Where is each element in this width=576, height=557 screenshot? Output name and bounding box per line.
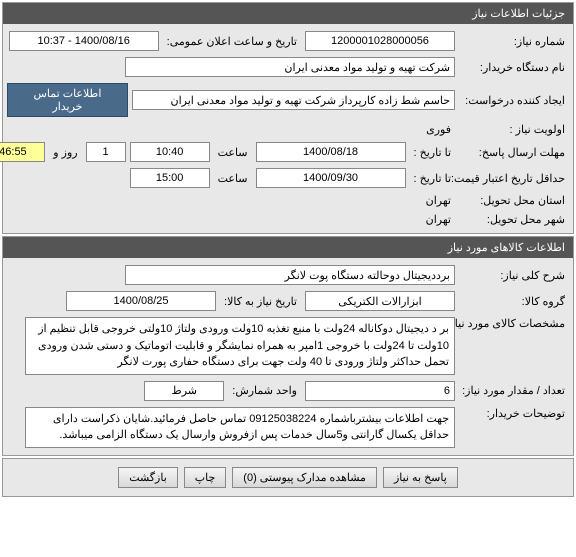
buyer-contact-button[interactable]: اطلاعات تماس خریدار <box>7 83 128 117</box>
credit-time-field[interactable] <box>130 168 210 188</box>
attachments-button[interactable]: مشاهده مدارک پیوستی (0) <box>232 467 377 488</box>
requester-label: ایجاد کننده درخواست: <box>459 94 569 107</box>
goods-info-panel: اطلاعات کالاهای مورد نیاز شرح کلی نیاز: … <box>2 236 574 456</box>
needdate-field[interactable] <box>66 291 216 311</box>
panel2-body: شرح کلی نیاز: گروه کالا: تاریخ نیاز به ک… <box>3 258 573 455</box>
notes-textarea[interactable]: جهت اطلاعات بیشترباشماره 09125038224 تما… <box>25 407 455 448</box>
deadline-date-field[interactable] <box>256 142 406 162</box>
credit-label: حداقل تاریخ اعتبار قیمت: <box>459 172 569 185</box>
priority-value: فوری <box>422 123 455 136</box>
spec-label: مشخصات کالای مورد نیاز: <box>459 317 569 330</box>
print-button[interactable]: چاپ <box>184 467 227 488</box>
unit-label: واحد شمارش: <box>228 384 301 397</box>
deadline-time-field[interactable] <box>130 142 210 162</box>
credit-todate: تا تاریخ : <box>410 172 455 185</box>
group-field[interactable] <box>305 291 455 311</box>
notes-label: توضیحات خریدار: <box>459 407 569 420</box>
deadline-todate: تا تاریخ : <box>410 146 455 159</box>
credit-time-label: ساعت <box>214 172 252 185</box>
deadline-time-label: ساعت <box>214 146 252 159</box>
reply-button[interactable]: پاسخ به نیاز <box>383 467 458 488</box>
announce-label: تاریخ و ساعت اعلان عمومی: <box>163 35 301 48</box>
desc-label: شرح کلی نیاز: <box>459 269 569 282</box>
req-number-label: شماره نیاز: <box>459 35 569 48</box>
requester-field[interactable] <box>132 90 455 110</box>
panel2-title: اطلاعات کالاهای مورد نیاز <box>3 237 573 258</box>
announce-field[interactable] <box>9 31 159 51</box>
back-button[interactable]: بازگشت <box>118 467 178 488</box>
qty-field[interactable] <box>305 381 455 401</box>
deadline-remain-field[interactable] <box>0 142 45 162</box>
need-details-panel: جزئیات اطلاعات نیاز شماره نیاز: تاریخ و … <box>2 2 574 234</box>
panel1-body: شماره نیاز: تاریخ و ساعت اعلان عمومی: نا… <box>3 24 573 233</box>
city-label: شهر محل تحویل: <box>459 213 569 226</box>
deadline-days-field[interactable] <box>86 142 126 162</box>
province-label: استان محل تحویل: <box>459 194 569 207</box>
city-value: تهران <box>422 213 455 226</box>
deadline-days-label: روز و <box>49 146 81 159</box>
group-label: گروه کالا: <box>459 295 569 308</box>
qty-label: تعداد / مقدار مورد نیاز: <box>459 384 569 397</box>
unit-field[interactable] <box>144 381 224 401</box>
buyer-label: نام دستگاه خریدار: <box>459 61 569 74</box>
priority-label: اولویت نیاز : <box>459 123 569 136</box>
credit-date-field[interactable] <box>256 168 406 188</box>
panel1-title: جزئیات اطلاعات نیاز <box>3 3 573 24</box>
spec-textarea[interactable]: بر د دیجیتال دوکاناله 24ولت با منبع تغذی… <box>25 317 455 375</box>
needdate-label: تاریخ نیاز به کالا: <box>220 295 301 308</box>
desc-field[interactable] <box>125 265 455 285</box>
buyer-field[interactable] <box>125 57 455 77</box>
button-bar: پاسخ به نیاز مشاهده مدارک پیوستی (0) چاپ… <box>2 458 574 497</box>
province-value: تهران <box>422 194 455 207</box>
req-number-field[interactable] <box>305 31 455 51</box>
deadline-label: مهلت ارسال پاسخ: <box>459 146 569 159</box>
